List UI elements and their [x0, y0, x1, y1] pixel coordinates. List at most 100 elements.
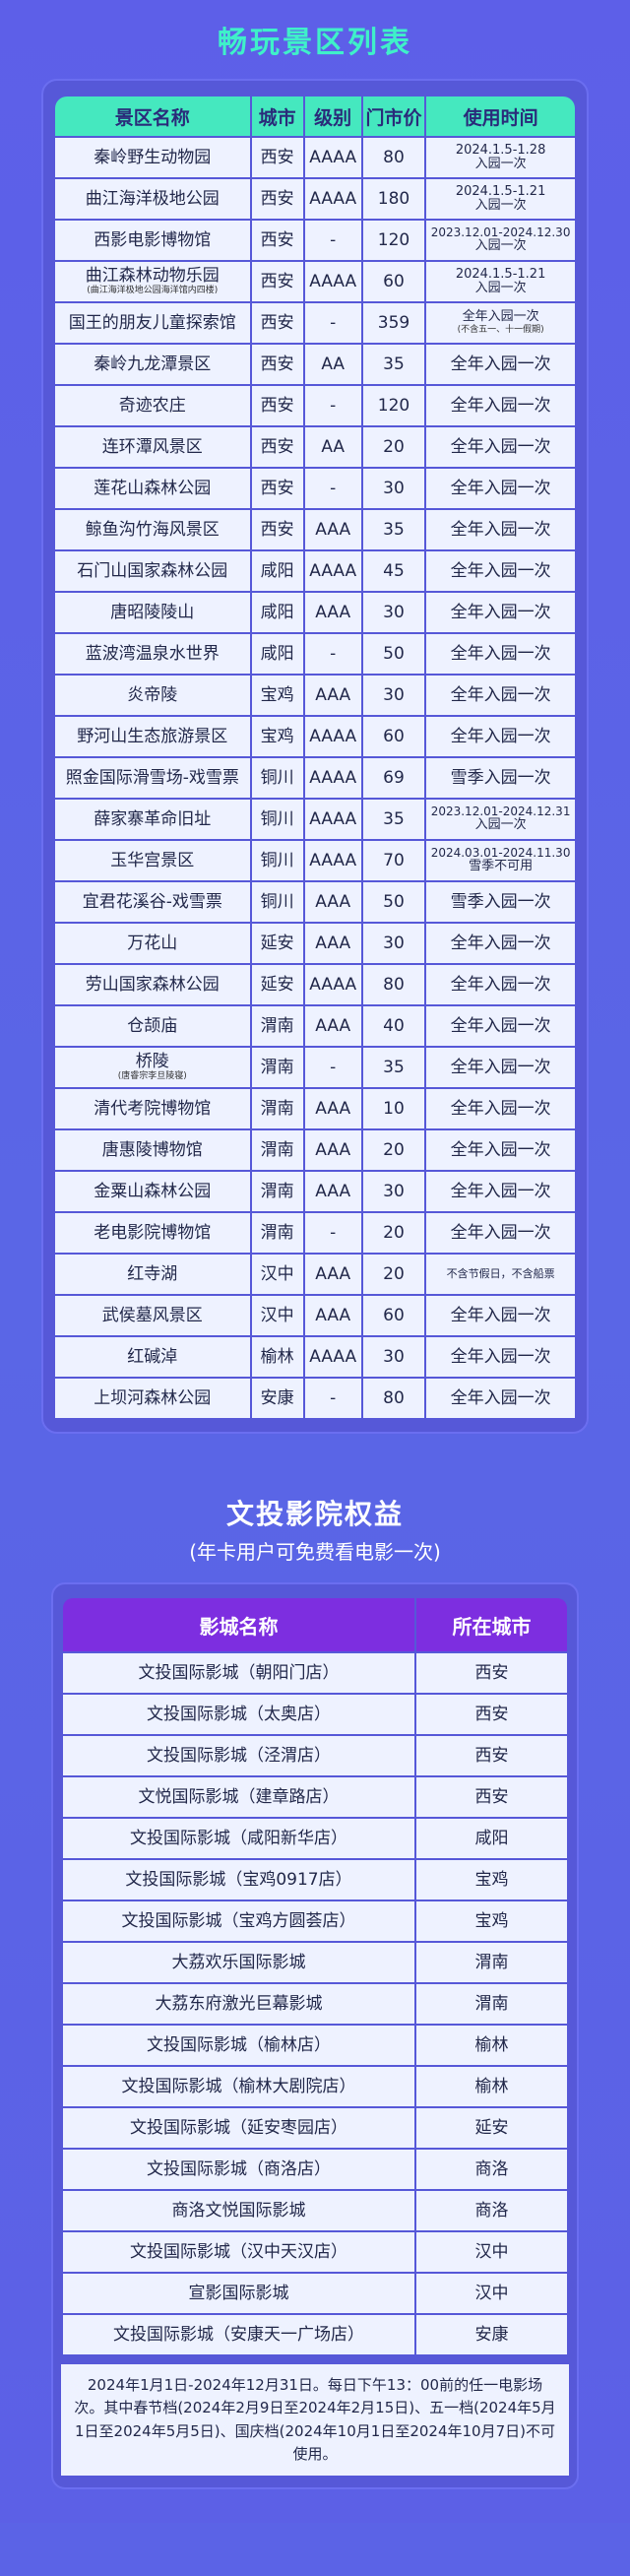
scenic-name-cell: 奇迹农庄	[55, 386, 250, 425]
scenic-price: 35	[362, 1048, 425, 1087]
scenic-level: AAAA	[304, 800, 361, 839]
cinema-city: 商洛	[416, 2191, 567, 2230]
scenic-time: 全年入园一次	[450, 478, 551, 498]
scenic-city: 汉中	[251, 1296, 303, 1335]
cinema-city: 咸阳	[416, 1819, 567, 1858]
scenic-city: 西安	[251, 386, 303, 425]
table-row: 老电影院博物馆 渭南 -20 全年入园一次	[55, 1213, 575, 1253]
table-row: 文投国际影城（延安枣园店） 延安	[63, 2108, 567, 2148]
scenic-time: 全年入园一次	[462, 309, 539, 325]
table-row: 连环潭风景区 西安 AA 20 全年入园一次	[55, 427, 575, 467]
scenic-time-cell: 全年入园一次	[426, 510, 575, 549]
cinema-note: 2024年1月1日-2024年12月31日。每日下午13：00前的任一电影场次。…	[61, 2364, 569, 2476]
scenic-city: 榆林	[251, 1337, 303, 1377]
scenic-time-note: 入园一次	[474, 198, 527, 213]
scenic-level: AAAA	[304, 717, 361, 756]
table-row: 石门山国家森林公园 咸阳 AAAA 45 全年入园一次	[55, 551, 575, 591]
scenic-name-cell: 曲江海洋极地公园	[55, 179, 250, 219]
scenic-time-note: 入园一次	[474, 817, 527, 833]
scenic-time-note: (不含五一、十一假期)	[457, 324, 544, 335]
scenic-name: 秦岭九龙潭景区	[94, 354, 212, 374]
header-level: 级别	[304, 97, 361, 136]
scenic-level: AA	[304, 427, 361, 467]
table-row: 曲江海洋极地公园 西安 AAAA 180 2024.1.5-1.21 入园一次	[55, 179, 575, 219]
scenic-level: -	[304, 1213, 361, 1253]
scenic-name-cell: 玉华宫景区	[55, 841, 250, 880]
scenic-price: 120	[362, 221, 425, 260]
scenic-level: AAA	[304, 510, 361, 549]
scenic-name: 薛家寨革命旧址	[94, 808, 212, 829]
scenic-name: 野河山生态旅游景区	[77, 726, 228, 746]
cinema-name: 宣影国际影城	[63, 2274, 414, 2313]
scenic-time: 全年入园一次	[450, 395, 551, 416]
scenic-price: 60	[362, 262, 425, 301]
scenic-price: 35	[362, 345, 425, 384]
scenic-time: 全年入园一次	[450, 1305, 551, 1325]
scenic-level: AAA	[304, 1130, 361, 1170]
table-row: 野河山生态旅游景区 宝鸡 AAAA 60 全年入园一次	[55, 717, 575, 756]
scenic-time-cell: 2023.12.01-2024.12.30 入园一次	[426, 221, 575, 260]
cinema-city: 西安	[416, 1695, 567, 1734]
scenic-city: 渭南	[251, 1006, 303, 1046]
scenic-city: 西安	[251, 345, 303, 384]
table-row: 万花山 延安 AAA 30 全年入园一次	[55, 924, 575, 963]
table-row: 大荔欢乐国际影城 渭南	[63, 1943, 567, 1982]
cinema-name: 文投国际影城（咸阳新华店）	[63, 1819, 414, 1858]
scenic-time-note: 入园一次	[474, 157, 527, 171]
scenic-name: 唐惠陵博物馆	[101, 1139, 203, 1160]
table-row: 文悦国际影城（建章路店） 西安	[63, 1777, 567, 1817]
scenic-name-cell: 炎帝陵	[55, 676, 250, 715]
table-row: 武侯墓风景区 汉中 AAA 60 全年入园一次	[55, 1296, 575, 1335]
scenic-level: AAA	[304, 924, 361, 963]
table-row: 蓝波湾温泉水世界 咸阳 -50 全年入园一次	[55, 634, 575, 674]
scenic-price: 50	[362, 634, 425, 674]
scenic-time: 全年入园一次	[450, 643, 551, 664]
scenic-header-row: 景区名称 城市 级别 门市价 使用时间	[55, 97, 575, 136]
cinema-name: 大荔东府激光巨幕影城	[63, 1984, 414, 2024]
scenic-price: 180	[362, 179, 425, 219]
cinema-city: 渭南	[416, 1943, 567, 1982]
scenic-name: 清代考院博物馆	[94, 1098, 212, 1119]
scenic-table-card: 景区名称 城市 级别 门市价 使用时间 秦岭野生动物园 西安 AAAA 80 2024.…	[41, 79, 589, 1434]
scenic-time: 全年入园一次	[450, 354, 551, 374]
scenic-price: 80	[362, 138, 425, 177]
cinema-name: 文投国际影城（宝鸡方圆荟店）	[63, 1901, 414, 1941]
table-row: 国王的朋友儿童探索馆 西安 -359 全年入园一次 (不含五一、十一假期)	[55, 303, 575, 343]
scenic-city: 渭南	[251, 1172, 303, 1211]
scenic-price: 35	[362, 510, 425, 549]
scenic-time: 全年入园一次	[450, 1015, 551, 1036]
scenic-name-cell: 宜君花溪谷-戏雪票	[55, 882, 250, 922]
scenic-price: 30	[362, 593, 425, 632]
table-row: 文投国际影城（朝阳门店） 西安	[63, 1653, 567, 1693]
scenic-price: 60	[362, 717, 425, 756]
scenic-city: 铜川	[251, 841, 303, 880]
scenic-name-cell: 西影电影博物馆	[55, 221, 250, 260]
cinema-city: 汉中	[416, 2274, 567, 2313]
scenic-time-cell: 全年入园一次	[426, 1048, 575, 1087]
scenic-city: 宝鸡	[251, 717, 303, 756]
cinema-name: 文投国际影城（榆林大剧院店）	[63, 2067, 414, 2106]
scenic-time-cell: 全年入园一次	[426, 717, 575, 756]
scenic-time-note: 入园一次	[474, 238, 527, 254]
table-row: 劳山国家森林公园 延安 AAAA 80 全年入园一次	[55, 965, 575, 1004]
scenic-time-cell: 2024.03.01-2024.11.30 雪季不可用	[426, 841, 575, 880]
header-cinema-name: 影城名称	[63, 1598, 414, 1651]
scenic-name-cell: 唐惠陵博物馆	[55, 1130, 250, 1170]
table-row: 文投国际影城（安康天一广场店） 安康	[63, 2315, 567, 2354]
table-row: 文投国际影城（商洛店） 商洛	[63, 2150, 567, 2189]
scenic-time: 全年入园一次	[450, 560, 551, 581]
scenic-time-note: 入园一次	[474, 281, 527, 295]
scenic-time-cell: 全年入园一次	[426, 551, 575, 591]
scenic-time-cell: 雪季入园一次	[426, 882, 575, 922]
scenic-name-cell: 唐昭陵陵山	[55, 593, 250, 632]
scenic-name: 武侯墓风景区	[101, 1305, 203, 1325]
cinema-name: 文投国际影城（安康天一广场店）	[63, 2315, 414, 2354]
cinema-table: 影城名称 所在城市 文投国际影城（朝阳门店） 西安 文投国际影城（太奥店） 西安 文投国…	[61, 1596, 569, 2356]
scenic-level: AAA	[304, 1296, 361, 1335]
scenic-name-cell: 仓颉庙	[55, 1006, 250, 1046]
scenic-price: 60	[362, 1296, 425, 1335]
scenic-name: 仓颉庙	[127, 1015, 178, 1036]
scenic-city: 渭南	[251, 1213, 303, 1253]
scenic-name-cell: 曲江森林动物乐园 (曲江海洋极地公园海洋馆内四楼)	[55, 262, 250, 301]
scenic-time: 2024.1.5-1.21	[455, 266, 546, 282]
